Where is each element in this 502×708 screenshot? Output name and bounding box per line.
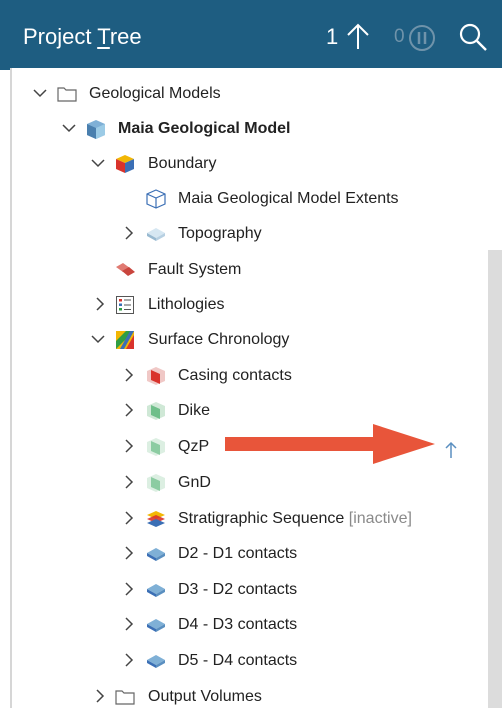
pause-icon[interactable] bbox=[408, 24, 436, 52]
tree-item-label: Output Volumes bbox=[148, 688, 262, 705]
annotation-arrow bbox=[225, 424, 435, 464]
chevron-right-icon[interactable] bbox=[121, 581, 137, 597]
surface-icon bbox=[147, 367, 165, 385]
pending-count: 0 bbox=[394, 26, 405, 47]
project-tree-header: Project Tree 1 0 bbox=[0, 0, 502, 70]
chevron-right-icon[interactable] bbox=[121, 652, 137, 668]
surface-icon bbox=[147, 438, 165, 456]
panel-title: Project Tree bbox=[23, 24, 142, 50]
tree-item-lithologies[interactable]: Lithologies bbox=[12, 288, 488, 322]
tree-item-label: Fault System bbox=[148, 261, 242, 278]
chevron-right-icon[interactable] bbox=[121, 545, 137, 561]
search-icon[interactable] bbox=[458, 22, 488, 52]
update-count: 1 bbox=[326, 24, 339, 49]
tree-item-gnd[interactable]: GnD bbox=[12, 466, 488, 500]
tree-item-label: Topography bbox=[178, 225, 262, 242]
chevron-down-icon[interactable] bbox=[90, 155, 106, 171]
tree-item-label: D2 - D1 contacts bbox=[178, 545, 298, 562]
tree-item-output-volumes[interactable]: Output Volumes bbox=[12, 680, 488, 708]
chevron-right-icon[interactable] bbox=[121, 225, 137, 241]
chevron-right-icon[interactable] bbox=[92, 688, 108, 704]
chronology-icon bbox=[116, 331, 134, 349]
tree-item-topography[interactable]: Topography bbox=[12, 217, 488, 251]
tree-item-label: D3 - D2 contacts bbox=[178, 581, 298, 598]
chevron-right-icon[interactable] bbox=[121, 474, 137, 490]
contact-surface-icon bbox=[147, 619, 165, 632]
chevron-right-icon[interactable] bbox=[121, 510, 137, 526]
tree-item-d2-d1-contacts[interactable]: D2 - D1 contacts bbox=[12, 537, 488, 571]
tree-item-fault-system[interactable]: Fault System bbox=[12, 253, 488, 287]
extents-box-icon bbox=[146, 189, 166, 209]
tree-item-label: D4 - D3 contacts bbox=[178, 616, 298, 633]
chevron-right-icon[interactable] bbox=[92, 296, 108, 312]
tree-item-label: Surface Chronology bbox=[148, 331, 290, 348]
chevron-right-icon[interactable] bbox=[121, 438, 137, 454]
chevron-down-icon[interactable] bbox=[32, 85, 48, 101]
tree-item-label: Dike bbox=[178, 402, 211, 419]
tree-item-label: Lithologies bbox=[148, 296, 225, 313]
title-text-part: Project bbox=[23, 24, 98, 49]
contact-surface-icon bbox=[147, 655, 165, 668]
tree-item-geological-models[interactable]: Geological Models bbox=[12, 77, 488, 111]
tree-item-maia-geological-model[interactable]: Maia Geological Model bbox=[12, 112, 488, 146]
folder-icon bbox=[57, 87, 77, 102]
tree-item-label: Maia Geological Model Extents bbox=[178, 190, 399, 207]
tree-item-casing-contacts[interactable]: Casing contacts bbox=[12, 359, 488, 393]
chevron-down-icon[interactable] bbox=[61, 120, 77, 136]
fault-system-icon bbox=[116, 263, 135, 276]
tree-item-surface-chronology[interactable]: Surface Chronology bbox=[12, 323, 488, 357]
project-tree: Geological Models Maia Geological Model … bbox=[10, 68, 488, 708]
surface-icon bbox=[147, 474, 165, 492]
tree-item-label: Geological Models bbox=[89, 85, 221, 102]
tree-item-dike[interactable]: Dike bbox=[12, 394, 488, 428]
title-text-part: ree bbox=[109, 24, 142, 49]
folder-icon bbox=[115, 690, 135, 705]
contact-surface-icon bbox=[147, 584, 165, 597]
chevron-right-icon[interactable] bbox=[121, 367, 137, 383]
tree-item-label: GnD bbox=[178, 474, 211, 491]
tree-item-label: Maia Geological Model bbox=[118, 120, 291, 137]
tree-item-d3-d2-contacts[interactable]: D3 - D2 contacts bbox=[12, 573, 488, 607]
stratigraphy-icon bbox=[147, 511, 165, 527]
vertical-scrollbar[interactable] bbox=[488, 250, 502, 708]
item-name: Stratigraphic Sequence bbox=[178, 510, 345, 527]
chevron-down-icon[interactable] bbox=[90, 331, 106, 347]
tree-item-label: Casing contacts bbox=[178, 367, 292, 384]
chevron-right-icon[interactable] bbox=[121, 402, 137, 418]
tree-item-d4-d3-contacts[interactable]: D4 - D3 contacts bbox=[12, 608, 488, 642]
out-of-date-arrow-icon[interactable] bbox=[444, 441, 458, 459]
boundary-icon bbox=[116, 155, 134, 173]
surface-icon bbox=[147, 402, 165, 420]
tree-item-stratigraphic-sequence[interactable]: Stratigraphic Sequence [inactive] bbox=[12, 502, 488, 536]
tree-item-d5-d4-contacts[interactable]: D5 - D4 contacts bbox=[12, 644, 488, 678]
tree-item-boundary[interactable]: Boundary bbox=[12, 147, 488, 181]
tree-item-label: D5 - D4 contacts bbox=[178, 652, 298, 669]
topography-icon bbox=[147, 228, 165, 241]
contact-surface-icon bbox=[147, 548, 165, 561]
inactive-tag: [inactive] bbox=[348, 510, 412, 527]
tree-item-label: Stratigraphic Sequence [inactive] bbox=[178, 510, 412, 528]
title-mnemonic: T bbox=[97, 24, 110, 49]
tree-item-label: Boundary bbox=[148, 155, 217, 172]
geomodel-icon bbox=[87, 120, 105, 139]
up-arrow-icon[interactable] bbox=[345, 22, 371, 50]
tree-item-maia-extents[interactable]: Maia Geological Model Extents bbox=[12, 182, 488, 216]
lithologies-icon bbox=[116, 296, 134, 314]
tree-item-label: QzP bbox=[178, 438, 210, 455]
chevron-right-icon[interactable] bbox=[121, 616, 137, 632]
